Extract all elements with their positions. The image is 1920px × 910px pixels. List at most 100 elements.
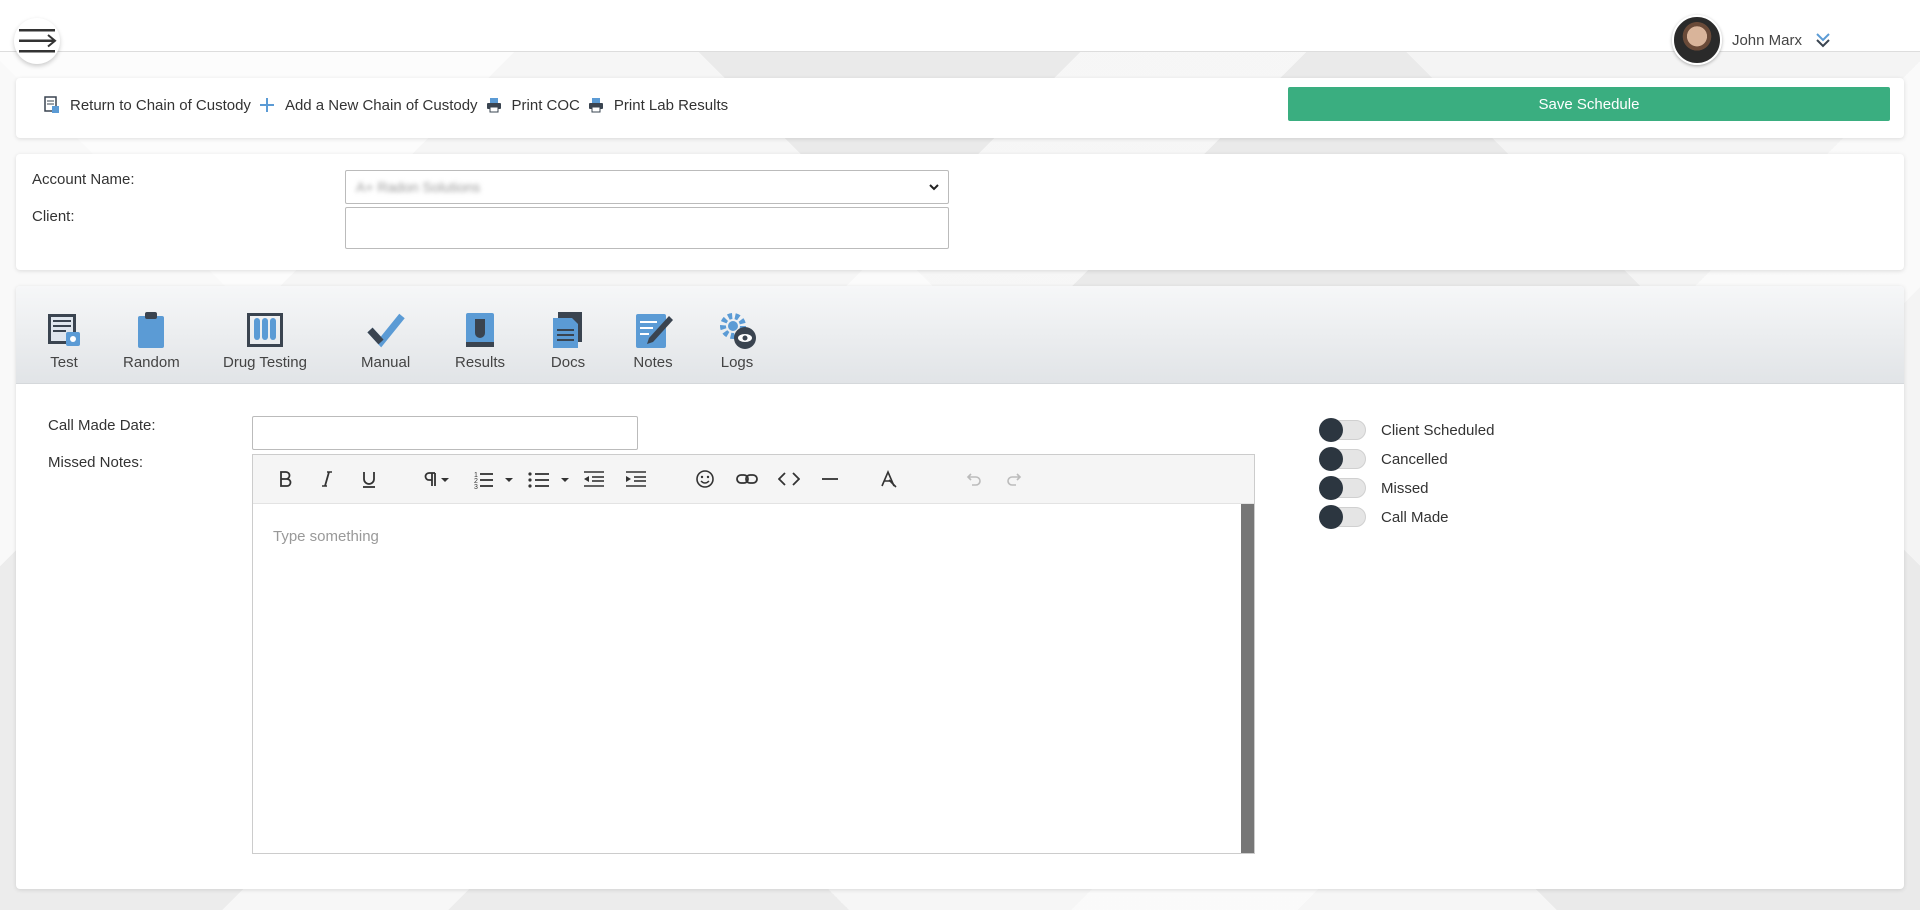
plus-icon xyxy=(259,98,274,112)
insert-link-button[interactable] xyxy=(736,467,758,491)
documents-icon xyxy=(553,312,582,348)
call-made-date-input[interactable] xyxy=(252,416,638,450)
account-name-select[interactable]: A+ Radon Solutions xyxy=(345,170,949,204)
toggle-cancelled[interactable]: Cancelled xyxy=(1319,447,1448,471)
emoticons-button[interactable] xyxy=(695,467,715,491)
tabs-bar: Test Random Drug Testing Manual Results … xyxy=(16,286,1904,384)
toggle-label: Call Made xyxy=(1381,508,1449,526)
underline-icon xyxy=(363,472,375,488)
undo-button[interactable] xyxy=(963,467,983,491)
print-coc-link[interactable]: Print COC xyxy=(486,97,580,114)
toggle-missed[interactable]: Missed xyxy=(1319,476,1429,500)
client-label: Client: xyxy=(32,208,75,225)
italic-icon xyxy=(322,471,332,487)
missed-notes-editor[interactable]: 1 2 3 Type something xyxy=(252,454,1255,854)
cancelled-switch[interactable] xyxy=(1319,447,1366,471)
top-bar xyxy=(0,0,1920,52)
editor-placeholder: Type something xyxy=(273,528,379,545)
paragraph-format-button[interactable] xyxy=(423,467,453,491)
bold-button[interactable] xyxy=(275,467,295,491)
toggle-knob xyxy=(1319,505,1343,529)
redo-button[interactable] xyxy=(1005,467,1025,491)
save-schedule-button[interactable]: Save Schedule xyxy=(1288,87,1890,121)
indent-button[interactable] xyxy=(625,467,647,491)
toggle-label: Missed xyxy=(1381,479,1429,497)
user-name[interactable]: John Marx xyxy=(1732,32,1802,49)
link-icon xyxy=(736,474,758,484)
horizontal-line-icon xyxy=(822,478,838,480)
test-form-icon xyxy=(48,314,80,346)
hamburger-menu-icon xyxy=(19,29,57,53)
editor-toolbar: 1 2 3 xyxy=(253,455,1254,504)
tab-label: Docs xyxy=(550,354,586,371)
call-made-switch[interactable] xyxy=(1319,505,1366,529)
unordered-list-icon xyxy=(528,472,569,488)
toggle-client-scheduled[interactable]: Client Scheduled xyxy=(1319,418,1495,442)
tab-label: Test xyxy=(50,354,78,371)
notes-pencil-icon xyxy=(636,314,673,348)
avatar[interactable] xyxy=(1671,15,1722,65)
tab-label: Results xyxy=(455,354,506,371)
ordered-list-button[interactable]: 1 2 3 xyxy=(473,467,515,491)
chevron-double-down-icon[interactable] xyxy=(1814,31,1832,49)
outdent-button[interactable] xyxy=(583,467,605,491)
tab-logs[interactable]: Logs xyxy=(717,310,757,371)
toggle-label: Client Scheduled xyxy=(1381,421,1495,439)
tab-label: Notes xyxy=(633,354,673,371)
editor-content-area[interactable]: Type something xyxy=(253,504,1254,853)
chevron-down-icon xyxy=(929,184,939,191)
paragraph-icon xyxy=(424,472,449,486)
horizontal-line-button[interactable] xyxy=(820,467,840,491)
call-made-date-label: Call Made Date: xyxy=(48,417,156,434)
tab-random[interactable]: Random xyxy=(123,310,180,371)
clear-formatting-icon xyxy=(881,469,897,488)
tab-drug-testing[interactable]: Drug Testing xyxy=(223,310,307,371)
toggle-call-made[interactable]: Call Made xyxy=(1319,505,1449,529)
client-input[interactable] xyxy=(345,207,949,249)
client-scheduled-switch[interactable] xyxy=(1319,418,1366,442)
print-lab-results-link[interactable]: Print Lab Results xyxy=(588,97,728,114)
printer-icon xyxy=(588,98,603,113)
actions-card: Return to Chain of Custody Add a New Cha… xyxy=(16,78,1904,138)
svg-text:3: 3 xyxy=(474,484,478,489)
tab-manual[interactable]: Manual xyxy=(361,310,410,371)
toggle-knob xyxy=(1319,476,1343,500)
checkmark-icon xyxy=(367,313,405,348)
printer-icon xyxy=(486,98,501,113)
missed-switch[interactable] xyxy=(1319,476,1366,500)
italic-button[interactable] xyxy=(317,467,337,491)
clear-formatting-button[interactable] xyxy=(878,467,898,491)
return-to-chain-of-custody-link[interactable]: Return to Chain of Custody xyxy=(44,96,251,114)
test-tubes-icon xyxy=(246,313,283,347)
smiley-icon xyxy=(696,470,714,488)
tab-notes[interactable]: Notes xyxy=(633,310,673,371)
tab-docs[interactable]: Docs xyxy=(548,310,588,371)
print-lab-label: Print Lab Results xyxy=(613,96,729,114)
return-label: Return to Chain of Custody xyxy=(70,96,251,114)
results-book-icon xyxy=(466,313,495,347)
code-view-button[interactable] xyxy=(778,467,800,491)
ordered-list-icon: 1 2 3 xyxy=(474,472,513,489)
tab-results[interactable]: Results xyxy=(455,310,505,371)
redo-icon xyxy=(1007,473,1022,486)
return-document-icon xyxy=(44,96,59,113)
unordered-list-button[interactable] xyxy=(527,467,571,491)
bold-icon xyxy=(280,471,292,487)
indent-icon xyxy=(626,471,646,487)
tab-test[interactable]: Test xyxy=(44,310,84,371)
account-name-value: A+ Radon Solutions xyxy=(356,179,481,195)
tab-label: Manual xyxy=(361,354,411,371)
user-menu[interactable]: John Marx xyxy=(1671,15,1832,65)
account-name-label: Account Name: xyxy=(32,171,135,188)
editor-scrollbar[interactable] xyxy=(1241,504,1254,853)
add-new-chain-of-custody-link[interactable]: Add a New Chain of Custody xyxy=(259,97,478,114)
underline-button[interactable] xyxy=(359,467,379,491)
menu-button[interactable] xyxy=(14,18,60,64)
tab-label: Logs xyxy=(720,354,754,371)
add-label: Add a New Chain of Custody xyxy=(284,96,478,114)
schedule-card: Test Random Drug Testing Manual Results … xyxy=(16,286,1904,889)
clipboard-icon xyxy=(138,312,165,348)
print-coc-label: Print COC xyxy=(511,96,580,114)
toggle-label: Cancelled xyxy=(1381,450,1448,468)
tab-label: Random xyxy=(123,354,180,371)
